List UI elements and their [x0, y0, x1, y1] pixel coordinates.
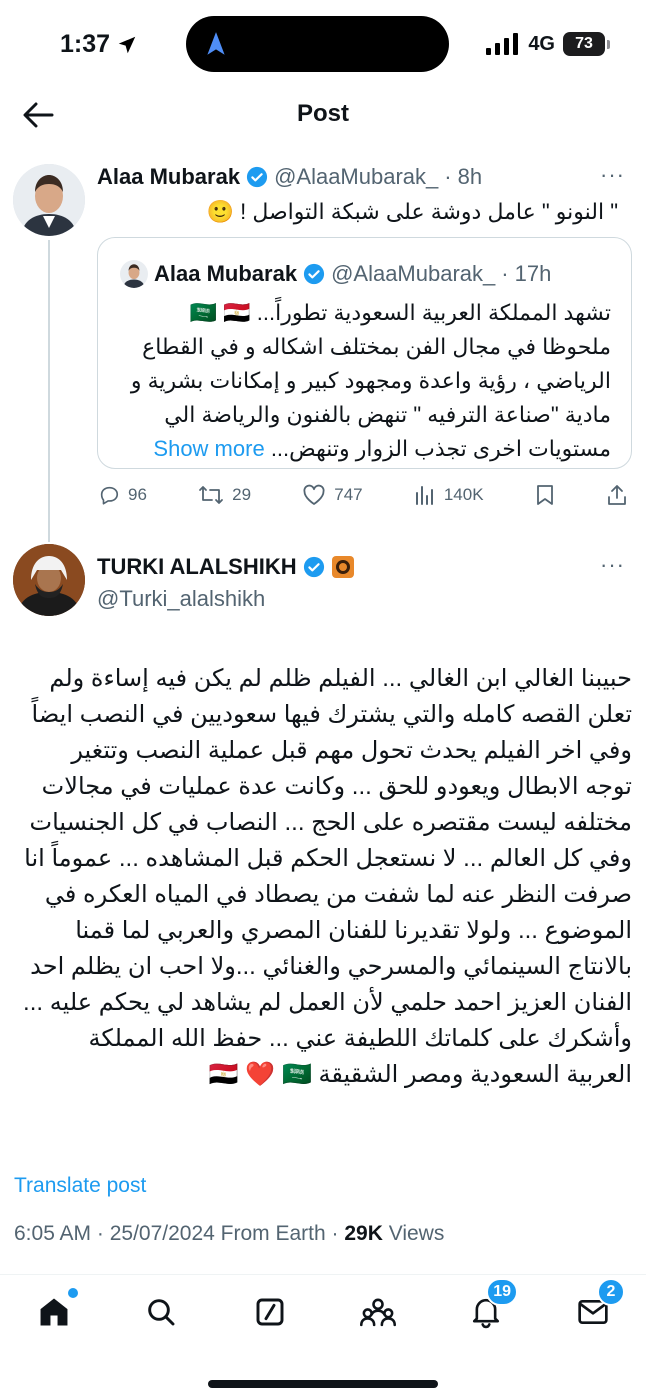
quote-author-name: Alaa Mubarak [154, 261, 298, 286]
heart-icon [303, 484, 325, 505]
like-button[interactable]: 747 [302, 484, 363, 506]
share-icon[interactable] [606, 484, 628, 506]
messages-badge: 2 [597, 1278, 625, 1306]
verified-badge-icon [246, 166, 268, 188]
nav-messages[interactable]: 2 [573, 1278, 625, 1332]
bottom-nav: 19 2 [0, 1275, 646, 1345]
reply-icon [100, 486, 119, 505]
nav-grok[interactable] [250, 1292, 290, 1332]
network-type: 4G [528, 32, 555, 55]
avatar[interactable] [13, 164, 85, 236]
repost-icon [199, 486, 224, 504]
location-arrow-icon [118, 36, 136, 53]
tweet-actions: 96 29 747 140K [98, 480, 628, 510]
unread-dot [68, 1288, 78, 1298]
quote-time: 17h [514, 261, 552, 286]
tweet-text: " النونو " عامل دوشة على شبكة التواصل ! … [206, 199, 618, 224]
quote-author-handle: @AlaaMubarak_ [331, 261, 496, 286]
post-time: 8h [457, 164, 483, 189]
affiliate-badge-icon[interactable] [331, 555, 355, 579]
repost-count: 29 [232, 485, 252, 504]
author-handle[interactable]: @Turki_alalshikh [97, 586, 265, 612]
avatar-image [13, 544, 85, 616]
search-icon [148, 1299, 175, 1326]
verified-badge-icon [303, 263, 325, 285]
nav-home[interactable] [34, 1288, 78, 1332]
notifications-badge: 19 [486, 1278, 518, 1306]
post-timestamp: 6:05 AM · 25/07/2024 From Earth · [14, 1222, 345, 1245]
reply-button[interactable]: 96 [98, 484, 147, 506]
views-count: 140K [443, 485, 484, 504]
views-label: Views [382, 1222, 445, 1245]
battery-icon: 73 [563, 32, 605, 56]
navigation-icon [207, 32, 225, 55]
grok-icon [256, 1298, 284, 1326]
tweet-text: حبيبنا الغالي ابن الغالي ... الفيلم ظلم … [23, 665, 632, 1088]
show-more-link[interactable]: Show more [153, 436, 264, 461]
status-bar: 1:37 4G 73 [0, 0, 646, 90]
more-options-icon[interactable]: ··· [600, 162, 625, 188]
quote-avatar [120, 260, 148, 288]
nav-communities[interactable] [358, 1292, 398, 1332]
home-indicator [208, 1380, 438, 1388]
repost-button[interactable]: 29 [198, 484, 251, 506]
battery-tip [607, 39, 610, 49]
avatar-image [13, 164, 85, 236]
views-button[interactable]: 140K [414, 484, 484, 506]
quoted-tweet[interactable]: Alaa Mubarak @AlaaMubarak_ · 17h تشهد ال… [97, 237, 632, 469]
reply-count: 96 [128, 485, 147, 504]
thread-line [48, 240, 50, 542]
post-meta: 6:05 AM · 25/07/2024 From Earth · 29K Vi… [14, 1222, 444, 1246]
avatar[interactable] [13, 544, 85, 616]
home-icon [40, 1298, 68, 1326]
bookmark-icon[interactable] [535, 484, 555, 506]
page-title: Post [296, 100, 349, 127]
separator-dot: · [444, 164, 452, 189]
status-time: 1:37 [60, 30, 111, 58]
translate-post-link[interactable]: Translate post [14, 1174, 146, 1198]
like-count: 747 [334, 485, 363, 504]
verified-badge-icon [303, 556, 324, 578]
post-header: Post [0, 90, 646, 140]
communities-icon [360, 1298, 396, 1327]
cellular-signal-icon [486, 33, 519, 55]
author-handle[interactable]: @AlaaMubarak_ [274, 164, 438, 190]
author-name[interactable]: TURKI ALALSHIKH [97, 554, 297, 580]
nav-search[interactable] [141, 1292, 181, 1332]
views-chart-icon [415, 486, 433, 505]
more-options-icon[interactable]: ··· [600, 552, 625, 578]
separator-dot: · [501, 261, 509, 286]
views-total[interactable]: 29K [344, 1222, 383, 1245]
nav-notifications[interactable]: 19 [466, 1278, 518, 1332]
author-name[interactable]: Alaa Mubarak [97, 164, 240, 190]
